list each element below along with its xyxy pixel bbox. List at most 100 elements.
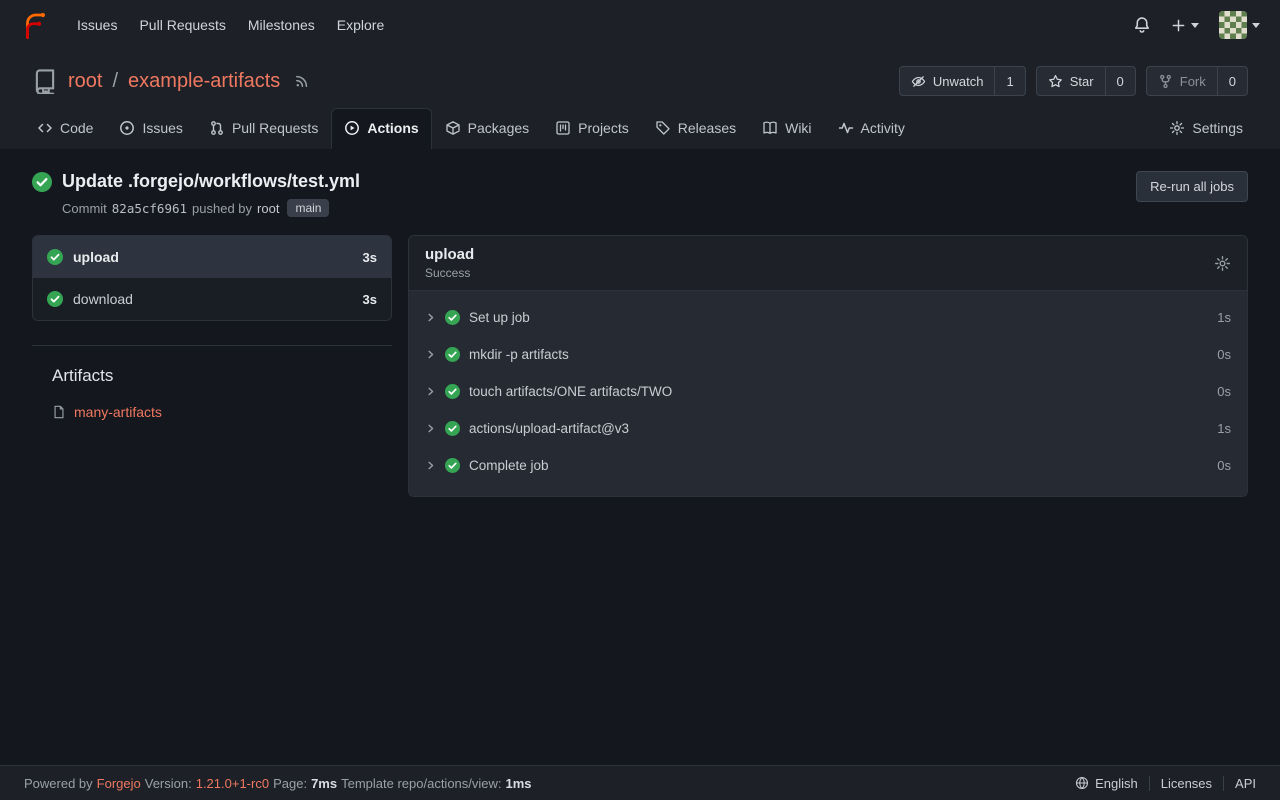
rss-icon[interactable] xyxy=(294,73,310,89)
chevron-right-icon xyxy=(425,460,436,471)
forgejo-logo-icon xyxy=(20,10,50,40)
tab-releases[interactable]: Releases xyxy=(642,108,749,149)
tab-issues[interactable]: Issues xyxy=(106,108,195,149)
notifications-bell-icon[interactable] xyxy=(1133,16,1151,34)
step-row-setup[interactable]: Set up job 1s xyxy=(409,299,1247,336)
tab-settings[interactable]: Settings xyxy=(1156,108,1256,149)
tab-pull-requests[interactable]: Pull Requests xyxy=(196,108,331,149)
nav-explore[interactable]: Explore xyxy=(326,9,395,41)
language-selector[interactable]: English xyxy=(1064,776,1149,791)
tab-code[interactable]: Code xyxy=(24,108,106,149)
tab-label: Settings xyxy=(1192,120,1243,136)
run-title-block: Update .forgejo/workflows/test.yml Commi… xyxy=(32,171,360,217)
fork-button[interactable]: Fork xyxy=(1147,67,1217,95)
job-duration: 3s xyxy=(363,292,377,307)
forks-count[interactable]: 0 xyxy=(1217,67,1247,95)
nav-issues[interactable]: Issues xyxy=(66,9,128,41)
commit-label: Commit xyxy=(62,201,107,216)
jobs-sidebar: upload 3s download 3s Artifacts many-art… xyxy=(32,235,392,420)
forgejo-logo[interactable] xyxy=(20,10,50,40)
footer: Powered by Forgejo Version: 1.21.0+1-rc0… xyxy=(0,765,1280,800)
step-row-mkdir[interactable]: mkdir -p artifacts 0s xyxy=(409,336,1247,373)
pulse-icon xyxy=(838,120,854,136)
fork-icon xyxy=(1158,74,1173,89)
tab-packages[interactable]: Packages xyxy=(432,108,542,149)
run-header: Update .forgejo/workflows/test.yml Commi… xyxy=(0,149,1280,229)
tab-label: Projects xyxy=(578,120,629,136)
eye-slash-icon xyxy=(911,74,926,89)
watch-button-group: Unwatch 1 xyxy=(899,66,1026,96)
step-duration: 1s xyxy=(1217,310,1231,325)
tab-label: Activity xyxy=(861,120,905,136)
create-menu-button[interactable] xyxy=(1171,18,1199,33)
jobs-list: upload 3s download 3s xyxy=(32,235,392,321)
step-duration: 0s xyxy=(1217,347,1231,362)
job-row-upload[interactable]: upload 3s xyxy=(33,236,391,278)
gear-icon xyxy=(1169,120,1185,136)
step-name: Set up job xyxy=(469,310,530,325)
success-icon xyxy=(445,458,460,473)
repo-owner-link[interactable]: root xyxy=(68,70,102,93)
user-menu-button[interactable] xyxy=(1219,11,1260,39)
file-icon xyxy=(52,405,66,419)
step-name: touch artifacts/ONE artifacts/TWO xyxy=(469,384,672,399)
commit-sha-link[interactable]: 82a5cf6961 xyxy=(112,201,187,216)
job-row-download[interactable]: download 3s xyxy=(33,278,391,320)
globe-icon xyxy=(1075,776,1089,790)
watchers-count[interactable]: 1 xyxy=(994,67,1024,95)
version-link[interactable]: 1.21.0+1-rc0 xyxy=(196,776,269,791)
step-row-touch[interactable]: touch artifacts/ONE artifacts/TWO 0s xyxy=(409,373,1247,410)
commit-line: Commit 82a5cf6961 pushed by root main xyxy=(62,199,360,217)
tab-activity[interactable]: Activity xyxy=(825,108,918,149)
nav-pull-requests[interactable]: Pull Requests xyxy=(128,9,236,41)
artifacts-divider xyxy=(32,345,392,346)
footer-right: English Licenses API xyxy=(1064,776,1256,791)
code-icon xyxy=(37,120,53,136)
step-row-upload-artifact[interactable]: actions/upload-artifact@v3 1s xyxy=(409,410,1247,447)
api-link[interactable]: API xyxy=(1223,776,1256,791)
branch-badge[interactable]: main xyxy=(287,199,329,217)
tab-label: Pull Requests xyxy=(232,120,318,136)
tab-wiki[interactable]: Wiki xyxy=(749,108,824,149)
pushed-by-label: pushed by xyxy=(192,201,252,216)
navbar-right xyxy=(1133,11,1260,39)
unwatch-label: Unwatch xyxy=(933,74,984,89)
tab-actions[interactable]: Actions xyxy=(331,108,431,149)
tab-label: Releases xyxy=(678,120,736,136)
rerun-all-jobs-button[interactable]: Re-run all jobs xyxy=(1136,171,1248,202)
artifact-link[interactable]: many-artifacts xyxy=(52,404,392,420)
job-detail-header: upload Success xyxy=(409,236,1247,291)
stars-count[interactable]: 0 xyxy=(1105,67,1135,95)
job-options-gear-icon[interactable] xyxy=(1214,255,1231,272)
tab-label: Wiki xyxy=(785,120,811,136)
success-icon xyxy=(445,421,460,436)
tab-label: Issues xyxy=(142,120,182,136)
project-board-icon xyxy=(555,120,571,136)
chevron-down-icon xyxy=(1252,23,1260,28)
step-row-complete[interactable]: Complete job 0s xyxy=(409,447,1247,484)
forgejo-footer-link[interactable]: Forgejo xyxy=(97,776,141,791)
step-name: mkdir -p artifacts xyxy=(469,347,569,362)
repo-icon xyxy=(32,68,58,94)
actions-run-page: Update .forgejo/workflows/test.yml Commi… xyxy=(0,149,1280,765)
star-button[interactable]: Star xyxy=(1037,67,1105,95)
licenses-link[interactable]: Licenses xyxy=(1149,776,1223,791)
pusher-link[interactable]: root xyxy=(257,201,279,216)
nav-milestones[interactable]: Milestones xyxy=(237,9,326,41)
tab-projects[interactable]: Projects xyxy=(542,108,642,149)
unwatch-button[interactable]: Unwatch xyxy=(900,67,995,95)
repo-header: root / example-artifacts xyxy=(0,50,1280,149)
job-name: download xyxy=(73,291,133,307)
job-detail-status: Success xyxy=(425,266,474,280)
repo-name-link[interactable]: example-artifacts xyxy=(128,70,280,93)
language-label: English xyxy=(1095,776,1138,791)
chevron-down-icon xyxy=(1191,23,1199,28)
star-button-group: Star 0 xyxy=(1036,66,1136,96)
run-body: upload 3s download 3s Artifacts many-art… xyxy=(0,229,1280,497)
step-name: Complete job xyxy=(469,458,549,473)
chevron-right-icon xyxy=(425,423,436,434)
package-icon xyxy=(445,120,461,136)
step-duration: 0s xyxy=(1217,458,1231,473)
star-icon xyxy=(1048,74,1063,89)
artifacts-heading: Artifacts xyxy=(52,366,392,386)
